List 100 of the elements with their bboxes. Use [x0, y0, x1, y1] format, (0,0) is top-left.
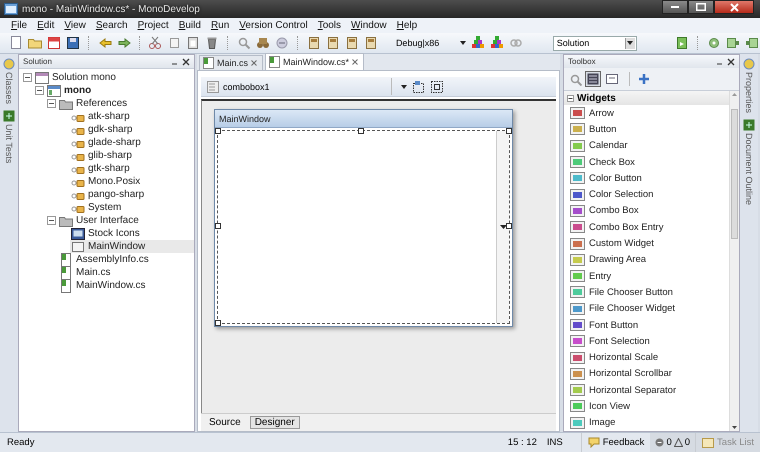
scrollbar[interactable]	[729, 91, 739, 431]
cut-icon[interactable]	[147, 35, 164, 51]
menu-item[interactable]: Tools	[312, 20, 346, 31]
resize-handle[interactable]	[215, 128, 221, 134]
add-icon[interactable]	[639, 74, 649, 84]
side-tab[interactable]: Document Outline	[743, 119, 755, 206]
tree-item[interactable]: Main.cs	[58, 266, 194, 279]
widget-icon	[570, 106, 586, 120]
side-tab[interactable]: Classes	[3, 58, 15, 104]
menu-item[interactable]: Search	[90, 20, 133, 31]
menu-item[interactable]: Project	[132, 20, 174, 31]
tree-item[interactable]: glib-sharp	[70, 149, 194, 162]
resize-handle[interactable]	[506, 223, 512, 229]
editor-tab[interactable]: MainWindow.cs*	[265, 53, 364, 70]
panel-icon[interactable]	[744, 35, 760, 51]
toolbox-item[interactable]: File Chooser Widget	[564, 300, 729, 317]
scope-dropdown[interactable]: Solution	[552, 36, 638, 50]
toolbox-item[interactable]: Color Button	[564, 170, 729, 186]
widget-selector[interactable]: combobox1	[201, 77, 556, 97]
close-icon[interactable]	[727, 58, 735, 66]
expander-icon[interactable]	[47, 99, 56, 108]
widget-icon	[570, 285, 586, 300]
toolbox-item[interactable]: Combo Box Entry	[564, 219, 729, 236]
side-tab[interactable]: Properties	[743, 58, 755, 114]
toolbox-item[interactable]: Drawing Area	[564, 252, 729, 268]
toolbox-item[interactable]: Button	[564, 121, 729, 138]
toolbox-item[interactable]: Combo Box	[564, 202, 729, 220]
menu-item[interactable]: Version Control	[234, 20, 313, 31]
toolbox-item[interactable]: Horizontal Scale	[564, 349, 729, 366]
expander-icon[interactable]	[47, 216, 56, 225]
close-icon[interactable]	[182, 58, 190, 66]
menu-item[interactable]: Window	[346, 20, 392, 31]
build-icon[interactable]	[488, 35, 505, 51]
tree-item[interactable]: Stock Icons	[70, 227, 194, 240]
toolbox-item[interactable]: Entry	[564, 268, 729, 284]
close-button[interactable]	[714, 0, 754, 14]
toolbox-item[interactable]: Check Box	[564, 154, 729, 170]
expander-icon[interactable]	[35, 86, 44, 95]
category-header[interactable]: Widgets	[564, 91, 729, 105]
new-file-icon[interactable]	[8, 35, 24, 51]
tree-item[interactable]: mono	[46, 84, 194, 97]
resize-handle[interactable]	[506, 128, 512, 134]
view-tab[interactable]: Designer	[250, 416, 300, 429]
tree-item[interactable]: MainWindow	[70, 240, 194, 253]
tree-item[interactable]: glade-sharp	[70, 136, 194, 149]
menu-item[interactable]: Edit	[32, 20, 60, 31]
menu-item[interactable]: Help	[392, 20, 422, 31]
menu-item[interactable]: File	[6, 20, 32, 31]
view-tab[interactable]: Source	[204, 416, 246, 429]
tree-item[interactable]: Solution mono	[34, 71, 194, 84]
tree-item[interactable]: atk-sharp	[70, 110, 194, 123]
tree-item[interactable]: gtk-sharp	[70, 162, 194, 175]
toolbox-item[interactable]: Calendar	[564, 138, 729, 154]
toolbox-item[interactable]: Arrow	[564, 105, 729, 122]
tree-item[interactable]: References	[58, 97, 194, 110]
tree-item[interactable]: User Interface	[58, 214, 194, 227]
expander-icon[interactable]	[23, 73, 32, 82]
menu-item[interactable]: Build	[174, 20, 206, 31]
toolbox-item[interactable]: File Chooser Button	[564, 284, 729, 301]
editor-tab[interactable]: Main.cs	[199, 55, 264, 70]
panel-icon[interactable]	[724, 35, 741, 51]
tree-item[interactable]: MainWindow.cs	[58, 279, 194, 292]
select-parent-icon[interactable]	[412, 80, 426, 94]
search-icon[interactable]	[236, 35, 252, 51]
toolbox-item[interactable]: Horizontal Separator	[564, 382, 729, 398]
resize-handle[interactable]	[215, 223, 221, 229]
toolbox-item[interactable]: Image	[564, 414, 729, 431]
tree-item[interactable]: gdk-sharp	[70, 123, 194, 136]
configuration-dropdown[interactable]: Debug|x86	[396, 38, 467, 48]
tree-item[interactable]: AssemblyInfo.cs	[58, 253, 194, 266]
binoculars-icon[interactable]	[255, 35, 272, 51]
toolbox-item[interactable]: Icon View	[564, 398, 729, 415]
pane-title: Toolbox	[568, 57, 597, 66]
resize-handle[interactable]	[358, 128, 364, 134]
toolbox-item[interactable]: Custom Widget	[564, 235, 729, 252]
toolbox-item[interactable]: Horizontal Scrollbar	[564, 366, 729, 382]
side-tab[interactable]: Unit Tests	[3, 110, 15, 164]
build-icon[interactable]	[470, 35, 486, 51]
warning-count[interactable]: 0	[684, 437, 690, 448]
resize-handle[interactable]	[215, 320, 221, 326]
redo-icon[interactable]	[116, 35, 132, 51]
calendar-icon[interactable]	[46, 35, 62, 51]
toolbox-item[interactable]: Color Selection	[564, 186, 729, 203]
error-count[interactable]: 0	[666, 437, 672, 448]
tree-item[interactable]: System	[70, 201, 194, 214]
list-view-button[interactable]	[585, 71, 601, 87]
maximize-button[interactable]	[688, 0, 714, 14]
undo-icon[interactable]	[96, 35, 113, 51]
toolbox-item[interactable]: Font Selection	[564, 333, 729, 350]
close-icon[interactable]	[352, 59, 358, 65]
tree-item[interactable]: pango-sharp	[70, 188, 194, 201]
select-widget-icon[interactable]	[430, 80, 444, 94]
tree-item[interactable]: Mono.Posix	[70, 175, 194, 188]
save-icon[interactable]	[65, 35, 81, 51]
dropdown-arrow-icon	[500, 225, 506, 229]
toolbox-item[interactable]: Font Button	[564, 316, 729, 334]
icon-view-button[interactable]	[604, 71, 620, 87]
menu-item[interactable]: View	[59, 20, 91, 31]
menu-item[interactable]: Run	[206, 20, 234, 31]
minimize-button[interactable]	[662, 0, 688, 14]
